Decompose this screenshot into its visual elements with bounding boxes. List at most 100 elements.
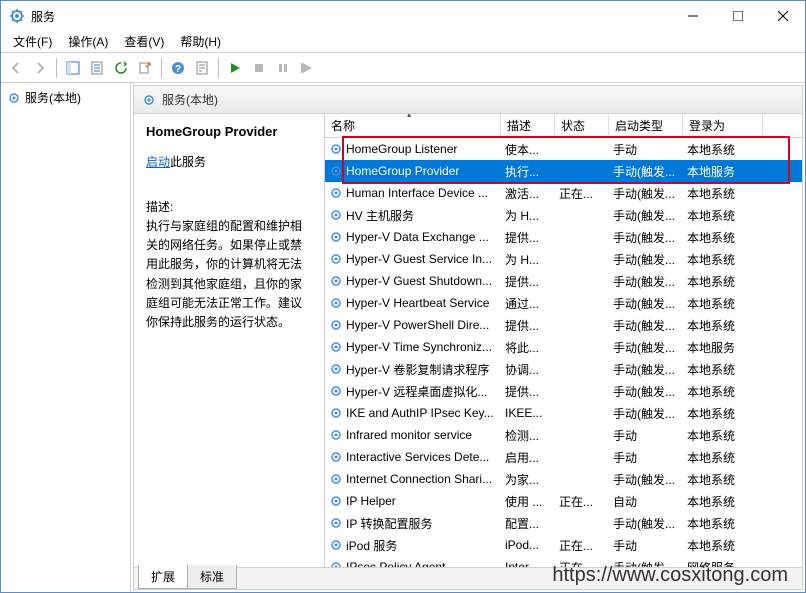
service-row[interactable]: Hyper-V Guest Service In...为 H...手动(触发..… (325, 248, 802, 270)
close-button[interactable] (760, 1, 805, 31)
menu-view[interactable]: 查看(V) (116, 31, 172, 52)
start-action-line: 启动此服务 (146, 153, 312, 170)
cell-logon: 本地系统 (683, 537, 763, 554)
service-row[interactable]: Hyper-V Time Synchroniz...将此...手动(触发...本… (325, 336, 802, 358)
gear-icon (329, 142, 343, 156)
cell-desc: 通过... (501, 295, 555, 312)
properties-button[interactable] (86, 57, 108, 79)
services-window: 服务 文件(F) 操作(A) 查看(V) 帮助(H) ? (0, 0, 806, 593)
right-pane: 服务(本地) HomeGroup Provider 启动此服务 描述: 执行与家… (133, 85, 803, 590)
service-row[interactable]: Human Interface Device ...激活...正在...手动(触… (325, 182, 802, 204)
service-row[interactable]: Hyper-V PowerShell Dire...提供...手动(触发...本… (325, 314, 802, 336)
gear-icon (329, 208, 343, 222)
cell-start: 手动(触发... (609, 273, 683, 290)
cell-logon: 本地系统 (683, 317, 763, 334)
tree-pane[interactable]: 服务(本地) (1, 83, 131, 592)
cell-name: Interactive Services Dete... (325, 450, 501, 464)
service-row[interactable]: HV 主机服务为 H...手动(触发...本地系统 (325, 204, 802, 226)
service-row[interactable]: IP 转换配置服务配置...手动(触发...本地系统 (325, 512, 802, 534)
cell-logon: 本地服务 (683, 163, 763, 180)
col-logon[interactable]: 登录为 (683, 114, 763, 137)
export-list-button[interactable] (134, 57, 156, 79)
service-row[interactable]: Hyper-V Data Exchange ...提供...手动(触发...本地… (325, 226, 802, 248)
gear-icon (329, 538, 343, 552)
gear-icon (329, 296, 343, 310)
cell-start: 手动(触发... (609, 405, 683, 422)
menu-action[interactable]: 操作(A) (60, 31, 116, 52)
cell-desc: 启用... (501, 449, 555, 466)
pane-body: HomeGroup Provider 启动此服务 描述: 执行与家庭组的配置和维… (134, 114, 802, 567)
gear-icon (329, 164, 343, 178)
cell-start: 手动(触发... (609, 317, 683, 334)
col-start[interactable]: 启动类型 (609, 114, 683, 137)
cell-desc: 将此... (501, 339, 555, 356)
cell-logon: 本地系统 (683, 515, 763, 532)
service-row[interactable]: HomeGroup Listener使本...手动本地系统 (325, 138, 802, 160)
cell-name: Hyper-V 远程桌面虚拟化... (325, 383, 501, 400)
gear-icon (329, 516, 343, 530)
service-row[interactable]: IP Helper使用 ...正在...自动本地系统 (325, 490, 802, 512)
service-row[interactable]: Hyper-V Heartbeat Service通过...手动(触发...本地… (325, 292, 802, 314)
cell-desc: 提供... (501, 383, 555, 400)
separator (56, 58, 57, 78)
tab-standard[interactable]: 标准 (187, 565, 237, 589)
menu-help[interactable]: 帮助(H) (172, 31, 229, 52)
cell-status: 正在... (555, 185, 609, 202)
gear-icon (329, 252, 343, 266)
service-row[interactable]: Hyper-V 卷影复制请求程序协调...手动(触发...本地系统 (325, 358, 802, 380)
menubar: 文件(F) 操作(A) 查看(V) 帮助(H) (1, 31, 805, 53)
cell-logon: 本地系统 (683, 141, 763, 158)
col-status[interactable]: 状态 (555, 114, 609, 137)
cell-name: Hyper-V 卷影复制请求程序 (325, 361, 501, 378)
service-row[interactable]: Internet Connection Shari...为家...手动(触发..… (325, 468, 802, 490)
service-row[interactable]: IKE and AuthIP IPsec Key...IKEE...手动(触发.… (325, 402, 802, 424)
cell-logon: 本地系统 (683, 493, 763, 510)
refresh-button[interactable] (110, 57, 132, 79)
cell-name: IP Helper (325, 494, 501, 508)
gear-icon (329, 472, 343, 486)
list-body[interactable]: HomeGroup Listener使本...手动本地系统HomeGroup P… (325, 138, 802, 567)
cell-name: Hyper-V Heartbeat Service (325, 296, 501, 310)
gear-icon (329, 428, 343, 442)
cell-logon: 本地系统 (683, 185, 763, 202)
service-row[interactable]: Infrared monitor service检测...手动本地系统 (325, 424, 802, 446)
service-row[interactable]: Hyper-V 远程桌面虚拟化...提供... 手动(触发...本地系统 (325, 380, 802, 402)
help-button[interactable]: ? (167, 57, 189, 79)
tree-root-item[interactable]: 服务(本地) (3, 87, 128, 108)
pause-service-button (272, 57, 294, 79)
service-row[interactable]: Hyper-V Guest Shutdown...提供...手动(触发...本地… (325, 270, 802, 292)
cell-desc: 为 H... (501, 251, 555, 268)
tree-root-label: 服务(本地) (25, 89, 81, 106)
cell-logon: 本地系统 (683, 295, 763, 312)
menu-file[interactable]: 文件(F) (5, 31, 60, 52)
services-icon (9, 8, 25, 24)
cell-logon: 本地系统 (683, 207, 763, 224)
cell-logon: 本地系统 (683, 471, 763, 488)
col-name[interactable]: 名称 (325, 114, 501, 137)
start-link[interactable]: 启动 (146, 155, 170, 169)
properties-alt-button[interactable] (191, 57, 213, 79)
list-header: 名称 描述 状态 启动类型 登录为 (325, 114, 802, 138)
service-row[interactable]: Interactive Services Dete...启用...手动本地系统 (325, 446, 802, 468)
cell-name: Hyper-V Data Exchange ... (325, 230, 501, 244)
gear-icon (142, 93, 156, 107)
cell-logon: 本地系统 (683, 229, 763, 246)
gear-icon (329, 318, 343, 332)
cell-logon: 本地系统 (683, 383, 763, 400)
col-desc[interactable]: 描述 (501, 114, 555, 137)
service-row[interactable]: iPod 服务iPod...正在...手动本地系统 (325, 534, 802, 556)
cell-start: 手动(触发... (609, 383, 683, 400)
cell-name: Internet Connection Shari... (325, 472, 501, 486)
maximize-button[interactable] (715, 1, 760, 31)
minimize-button[interactable] (670, 1, 715, 31)
start-service-button[interactable] (224, 57, 246, 79)
cell-start: 手动 (609, 141, 683, 158)
service-row[interactable]: HomeGroup Provider执行...手动(触发...本地服务 (325, 160, 802, 182)
tab-extended[interactable]: 扩展 (138, 565, 188, 589)
cell-start: 手动(触发... (609, 163, 683, 180)
cell-desc: 为家... (501, 471, 555, 488)
cell-start: 手动(触发... (609, 361, 683, 378)
gear-icon (329, 340, 343, 354)
selected-service-name: HomeGroup Provider (146, 124, 312, 139)
show-hide-tree-button[interactable] (62, 57, 84, 79)
